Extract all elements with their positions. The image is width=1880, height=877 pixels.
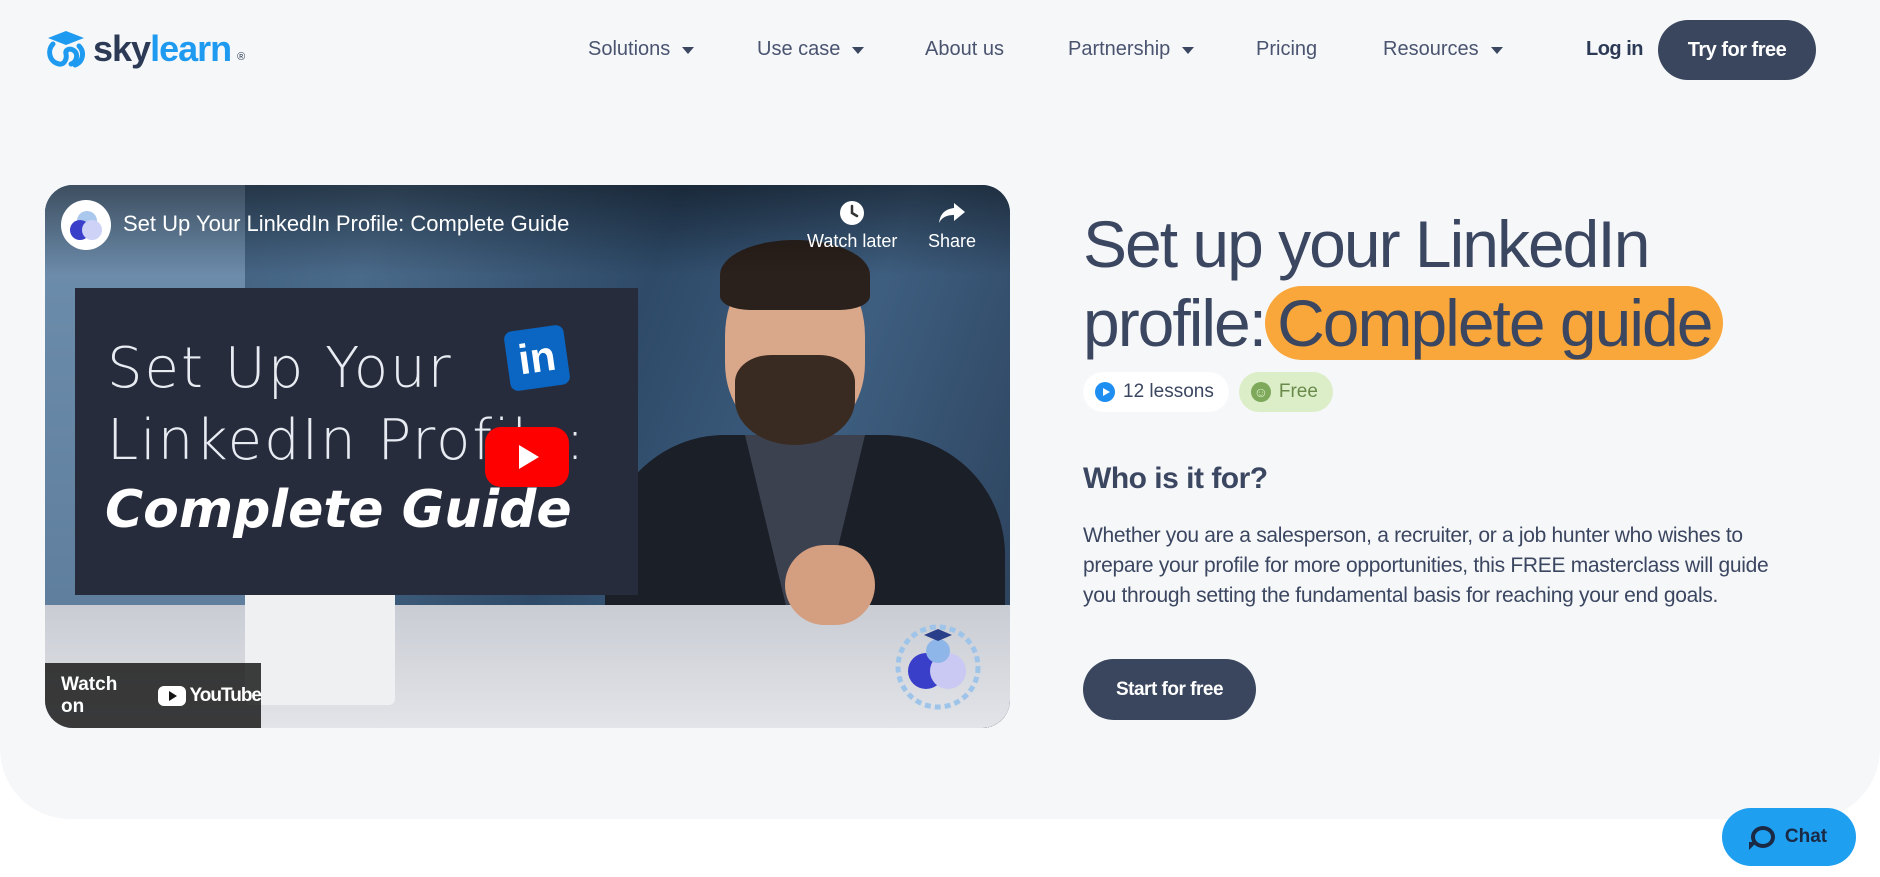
linkedin-icon: in xyxy=(503,324,571,392)
chevron-down-icon xyxy=(852,47,865,54)
nav-item-pricing[interactable]: Pricing xyxy=(1256,38,1317,61)
logo-wordmark: skylearn xyxy=(93,28,232,69)
nav-item-label: Use case xyxy=(757,38,841,60)
chevron-down-icon xyxy=(1182,47,1195,54)
nav-item-resources[interactable]: Resources xyxy=(1383,38,1503,61)
lessons-badge: 12 lessons xyxy=(1083,372,1229,412)
watch-later-button[interactable]: Watch later xyxy=(807,199,897,252)
nav-item-partnership[interactable]: Partnership xyxy=(1068,38,1195,61)
channel-logo-icon xyxy=(70,211,102,240)
course-title-line-2: profile: xyxy=(1083,286,1267,360)
course-meta-badges: 12 lessons ☺ Free xyxy=(1083,372,1333,412)
youtube-wordmark: YouTube xyxy=(189,684,262,706)
smile-icon: ☺ xyxy=(1250,382,1271,402)
course-title-highlight: Complete guide xyxy=(1265,286,1724,360)
play-icon xyxy=(519,445,539,469)
thumbnail-line-1: Set Up Your xyxy=(107,336,453,401)
presenter-beard xyxy=(735,355,855,445)
chat-label: Chat xyxy=(1784,826,1828,847)
nav-item-label: About us xyxy=(925,38,1004,60)
nav-item-label: Resources xyxy=(1383,38,1479,60)
nav-item-label: Pricing xyxy=(1256,38,1318,60)
nav-item-label: Solutions xyxy=(588,38,671,60)
play-button[interactable] xyxy=(485,427,569,487)
audience-description: Whether you are a salesperson, a recruit… xyxy=(1083,524,1769,607)
nav-item-use-case[interactable]: Use case xyxy=(757,38,865,61)
skylearn-cap-logo-icon xyxy=(47,31,85,68)
youtube-play-icon xyxy=(157,685,186,706)
course-badge-icon xyxy=(895,624,981,710)
nav-item-about-us[interactable]: About us xyxy=(925,38,1004,61)
watch-later-label: Watch later xyxy=(807,231,898,251)
presenter-hand xyxy=(785,545,875,625)
lessons-count: 12 lessons xyxy=(1123,381,1214,402)
audience-heading: Who is it for? xyxy=(1083,462,1268,495)
share-button[interactable]: Share xyxy=(928,199,976,252)
try-for-free-button[interactable]: Try for free xyxy=(1658,20,1816,80)
chevron-down-icon xyxy=(1490,47,1503,54)
watch-on-label: Watch on xyxy=(61,673,118,717)
login-link[interactable]: Log in xyxy=(1586,38,1643,61)
registered-mark: ® xyxy=(237,51,246,63)
start-for-free-button[interactable]: Start for free xyxy=(1083,659,1256,720)
watch-on-youtube-button[interactable]: Watch on YouTube xyxy=(45,663,262,728)
chat-button[interactable]: Chat xyxy=(1722,808,1856,866)
share-arrow-icon xyxy=(939,203,966,223)
course-title-line-1: Set up your LinkedIn xyxy=(1083,207,1650,281)
price-label: Free xyxy=(1278,381,1318,402)
price-badge: ☺ Free xyxy=(1238,372,1333,412)
chevron-down-icon xyxy=(682,47,695,54)
nav-item-label: Partnership xyxy=(1068,38,1171,60)
play-circle-icon xyxy=(1095,382,1115,402)
course-title: Set up your LinkedIn profile: Complete gu… xyxy=(1083,205,1803,363)
clock-icon xyxy=(840,201,865,225)
chat-bubble-icon xyxy=(1748,826,1775,850)
nav-item-solutions[interactable]: Solutions xyxy=(588,38,695,61)
share-label: Share xyxy=(928,231,977,251)
channel-avatar[interactable] xyxy=(61,200,111,250)
video-title[interactable]: Set Up Your LinkedIn Profile: Complete G… xyxy=(123,211,569,237)
thumbnail-line-3: Complete Guide xyxy=(105,480,572,540)
site-header: skylearn ® Solutions Use case About us P… xyxy=(0,0,1880,100)
skylearn-logo[interactable]: skylearn ® xyxy=(45,28,245,70)
video-player[interactable]: Set Up Your in LinkedIn Profile: Complet… xyxy=(45,185,1010,728)
youtube-logo: YouTube xyxy=(157,684,262,707)
